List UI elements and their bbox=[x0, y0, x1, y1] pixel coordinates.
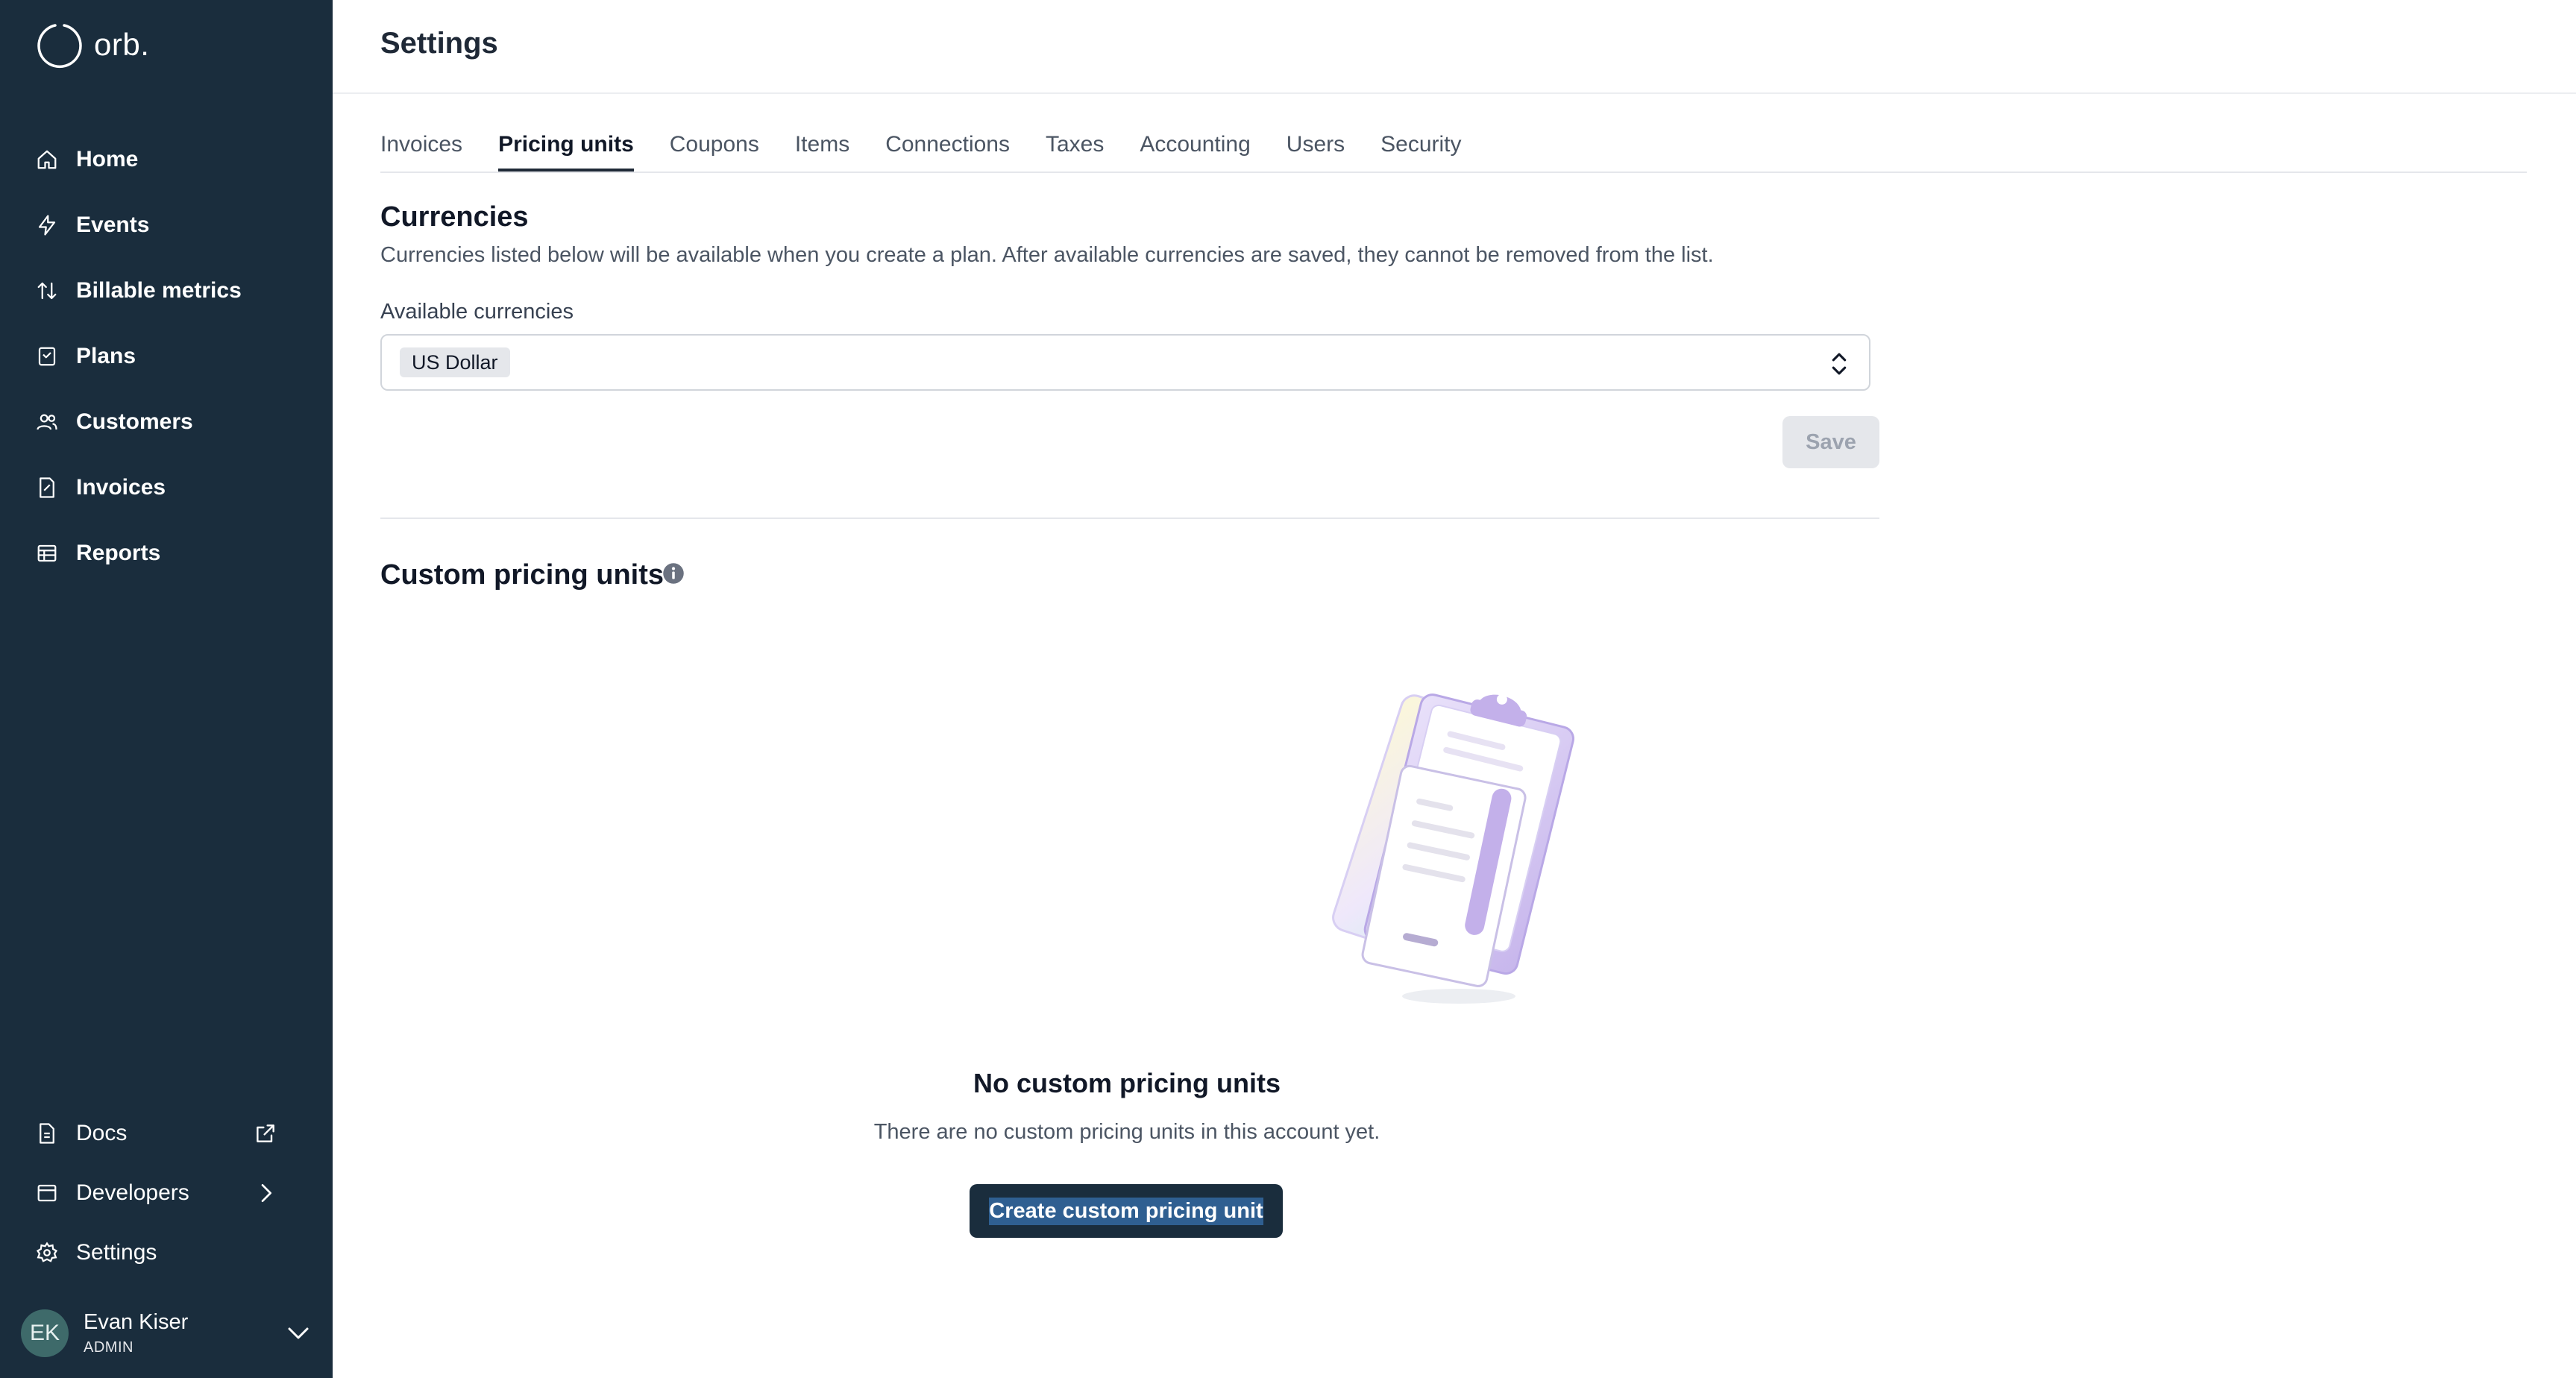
sidebar-item-label: Customers bbox=[76, 409, 193, 434]
window-icon bbox=[37, 1184, 57, 1202]
empty-clipboard-illustration bbox=[1332, 693, 1574, 1004]
sidebar-item-events[interactable]: Events bbox=[0, 192, 333, 258]
brand-logo[interactable]: orb. bbox=[36, 21, 149, 69]
select-arrows-icon bbox=[1832, 353, 1847, 375]
tab-connections[interactable]: Connections bbox=[885, 118, 1010, 172]
sidebar-item-label: Developers bbox=[76, 1180, 189, 1205]
create-button-label: Create custom pricing unit bbox=[989, 1197, 1263, 1225]
tab-invoices[interactable]: Invoices bbox=[380, 118, 462, 172]
create-custom-pricing-unit-button[interactable]: Create custom pricing unit bbox=[970, 1184, 1283, 1238]
avatar: EK bbox=[21, 1309, 69, 1357]
sidebar-item-reports[interactable]: Reports bbox=[0, 520, 333, 586]
sidebar-item-label: Events bbox=[76, 213, 150, 237]
document-icon bbox=[40, 1123, 54, 1144]
user-name: Evan Kiser bbox=[84, 1310, 189, 1334]
sidebar-bottom-nav: Docs Developers Settings bbox=[0, 1104, 333, 1283]
tab-taxes[interactable]: Taxes bbox=[1046, 118, 1104, 172]
info-icon[interactable] bbox=[662, 562, 685, 585]
tab-security[interactable]: Security bbox=[1380, 118, 1461, 172]
sidebar-item-invoices[interactable]: Invoices bbox=[0, 455, 333, 520]
chevron-down-icon[interactable] bbox=[285, 1320, 312, 1347]
user-menu[interactable]: EK Evan Kiser ADMIN bbox=[21, 1303, 312, 1363]
available-currencies-label: Available currencies bbox=[380, 300, 574, 324]
sidebar-item-label: Billable metrics bbox=[76, 278, 242, 303]
user-role: ADMIN bbox=[84, 1339, 133, 1356]
currency-chip[interactable]: US Dollar bbox=[400, 347, 510, 377]
page-header: Settings bbox=[333, 0, 2576, 94]
tab-pricing-units[interactable]: Pricing units bbox=[498, 118, 634, 172]
users-icon bbox=[37, 414, 57, 430]
clipboard-icon bbox=[38, 347, 56, 366]
tab-coupons[interactable]: Coupons bbox=[670, 118, 759, 172]
sidebar-item-plans[interactable]: Plans bbox=[0, 324, 333, 389]
tab-accounting[interactable]: Accounting bbox=[1140, 118, 1250, 172]
sidebar-item-label: Invoices bbox=[76, 475, 166, 500]
save-button[interactable]: Save bbox=[1782, 416, 1879, 468]
tab-users[interactable]: Users bbox=[1287, 118, 1345, 172]
table-icon bbox=[37, 544, 57, 562]
sidebar-item-label: Docs bbox=[76, 1121, 128, 1145]
sidebar-nav: Home Events Billable metrics Plans Custo… bbox=[0, 127, 333, 586]
currencies-description: Currencies listed below will be availabl… bbox=[380, 243, 1714, 267]
app-window: orb. Home Events Billable metrics Plans … bbox=[0, 0, 2576, 1378]
currency-multiselect[interactable]: US Dollar bbox=[380, 334, 1870, 391]
custom-pricing-units-title: Custom pricing units bbox=[380, 559, 664, 591]
sidebar-item-settings[interactable]: Settings bbox=[0, 1223, 333, 1283]
home-icon bbox=[37, 150, 57, 169]
sidebar-item-billable-metrics[interactable]: Billable metrics bbox=[0, 258, 333, 324]
sidebar-item-label: Plans bbox=[76, 344, 136, 368]
sidebar-item-label: Settings bbox=[76, 1240, 157, 1265]
sidebar-item-developers[interactable]: Developers bbox=[0, 1163, 333, 1223]
external-link-icon bbox=[257, 1124, 274, 1142]
invoice-icon bbox=[40, 477, 54, 498]
brand-name: orb. bbox=[94, 27, 150, 62]
gear-icon bbox=[36, 1242, 58, 1262]
empty-state-subtitle: There are no custom pricing units in thi… bbox=[873, 1120, 1380, 1144]
main-content: Settings Invoices Pricing units Coupons … bbox=[333, 0, 2576, 1378]
user-info: Evan Kiser ADMIN bbox=[84, 1310, 188, 1356]
sidebar-item-label: Home bbox=[76, 147, 139, 172]
chevron-right-icon bbox=[261, 1184, 271, 1202]
lightning-icon bbox=[38, 215, 56, 236]
page-title: Settings bbox=[380, 27, 498, 60]
section-divider bbox=[380, 517, 1879, 519]
sidebar-item-docs[interactable]: Docs bbox=[0, 1104, 333, 1163]
orb-logo-icon bbox=[37, 24, 82, 69]
sidebar-item-label: Reports bbox=[76, 541, 161, 565]
empty-state-title: No custom pricing units bbox=[973, 1068, 1281, 1098]
sidebar-item-customers[interactable]: Customers bbox=[0, 389, 333, 455]
arrows-up-down-icon bbox=[37, 282, 57, 300]
tab-items[interactable]: Items bbox=[795, 118, 849, 172]
settings-tabs: Invoices Pricing units Coupons Items Con… bbox=[380, 118, 2527, 173]
currencies-title: Currencies bbox=[380, 201, 529, 233]
sidebar: orb. Home Events Billable metrics Plans … bbox=[0, 0, 333, 1378]
sidebar-item-home[interactable]: Home bbox=[0, 127, 333, 192]
